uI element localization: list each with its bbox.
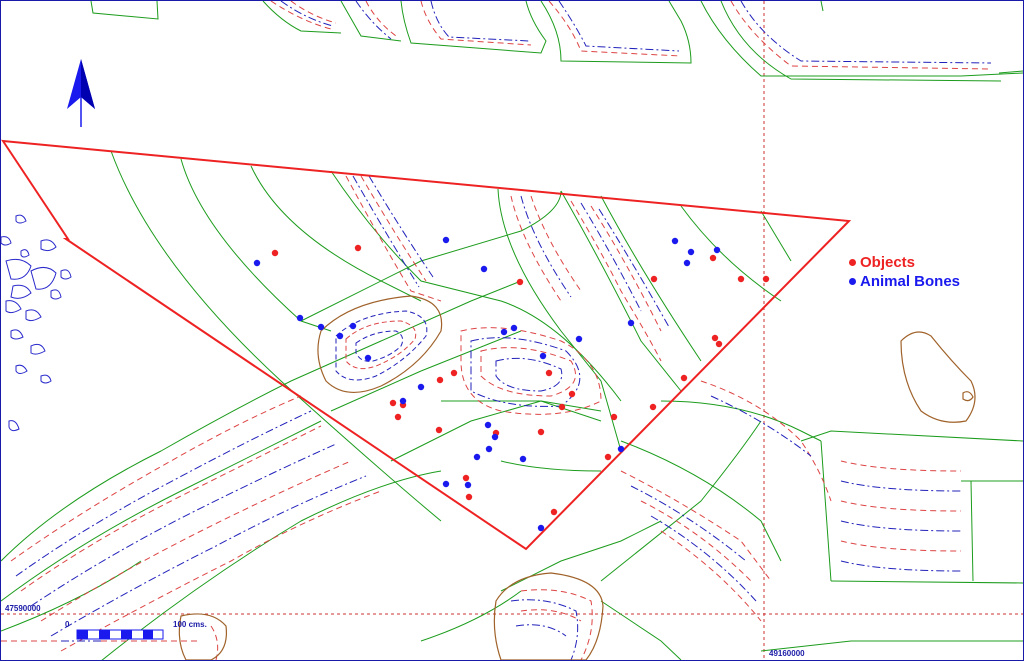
- grid-lines: [1, 1, 1023, 660]
- scale-zero-label: 0: [65, 620, 70, 629]
- right-stone-outline: [900, 331, 976, 423]
- object-point: [650, 275, 658, 283]
- animal-bone-point: [399, 397, 407, 405]
- map-legend: Objects Animal Bones: [849, 253, 960, 291]
- legend-animal-bones-label: Animal Bones: [860, 273, 961, 290]
- object-point: [715, 340, 723, 348]
- central-pit-outline: [317, 295, 443, 393]
- animal-bone-point: [364, 354, 372, 362]
- object-point: [568, 390, 576, 398]
- animal-bone-point: [442, 236, 450, 244]
- animal-bone-point: [539, 352, 547, 360]
- animal-bone-point: [296, 314, 304, 322]
- animal-bones-marker-icon: [849, 278, 856, 285]
- legend-item-objects: Objects: [849, 253, 960, 272]
- animal-bone-point: [617, 445, 625, 453]
- animal-bone-point: [687, 248, 695, 256]
- object-point: [680, 374, 688, 382]
- animal-bone-point: [480, 265, 488, 273]
- object-point: [709, 254, 717, 262]
- animal-bone-point: [671, 237, 679, 245]
- animal-bone-point: [519, 455, 527, 463]
- animal-bone-point: [464, 481, 472, 489]
- object-point: [545, 369, 553, 377]
- green-feature-outlines: [1, 1, 1023, 660]
- animal-bone-point: [683, 259, 691, 267]
- object-point: [435, 426, 443, 434]
- legend-objects-label: Objects: [860, 254, 916, 271]
- animal-bone-point: [417, 383, 425, 391]
- object-point: [604, 453, 612, 461]
- animal-bone-point: [713, 246, 721, 254]
- animal-bone-point: [349, 322, 357, 330]
- objects-marker-icon: [849, 259, 856, 266]
- object-point: [762, 275, 770, 283]
- animal-bone-point: [473, 453, 481, 461]
- animal-bone-point: [510, 324, 518, 332]
- animal-bone-point: [317, 323, 325, 331]
- animal-bone-point: [537, 524, 545, 532]
- blue-stone-outlines: [1, 214, 72, 432]
- animal-bone-point: [575, 335, 583, 343]
- site-plan-map: [1, 1, 1023, 660]
- legend-item-animal-bones: Animal Bones: [849, 272, 960, 291]
- object-point: [436, 376, 444, 384]
- animal-bone-point: [485, 445, 493, 453]
- scale-end-label: 100 cms.: [173, 620, 207, 629]
- object-point: [465, 493, 473, 501]
- animal-bone-point: [627, 319, 635, 327]
- object-point: [610, 413, 618, 421]
- grid-coord-y-label: 47590000: [5, 604, 41, 613]
- object-point: [394, 413, 402, 421]
- object-point: [516, 278, 524, 286]
- object-point: [354, 244, 362, 252]
- object-point: [389, 399, 397, 407]
- north-arrow-icon: [67, 59, 95, 127]
- object-point: [462, 474, 470, 482]
- bottom-stone-outline: [493, 572, 604, 660]
- object-point: [649, 403, 657, 411]
- object-point: [558, 403, 566, 411]
- object-point: [537, 428, 545, 436]
- object-point: [550, 508, 558, 516]
- animal-bone-point: [500, 328, 508, 336]
- animal-bone-point: [442, 480, 450, 488]
- animal-bone-point: [484, 421, 492, 429]
- scale-bar: [76, 629, 164, 640]
- object-point: [711, 334, 719, 342]
- map-frame: Objects Animal Bones 47590000 49160000 0…: [0, 0, 1024, 661]
- grid-coord-x-label: 49160000: [769, 649, 805, 658]
- animal-bone-point: [491, 433, 499, 441]
- object-point: [450, 369, 458, 377]
- excavation-area-outline: [1, 139, 852, 551]
- animal-bone-point: [336, 332, 344, 340]
- animal-bone-point: [253, 259, 261, 267]
- object-point: [737, 275, 745, 283]
- central-pit-contours: [335, 310, 428, 381]
- object-point: [271, 249, 279, 257]
